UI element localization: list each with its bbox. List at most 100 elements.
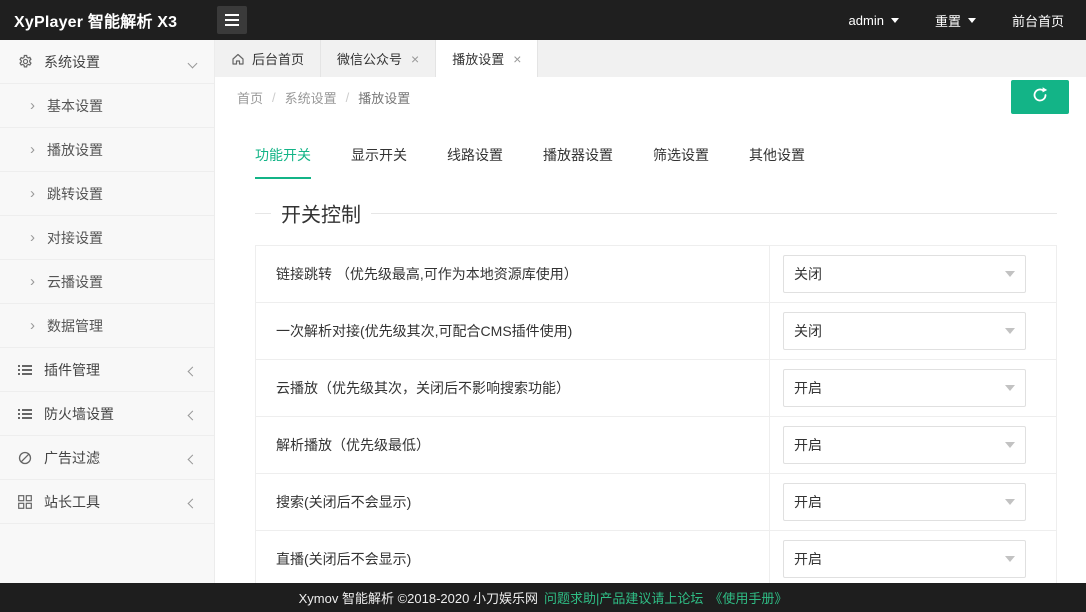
tab-other-settings[interactable]: 其他设置	[749, 145, 805, 179]
sidebar-item-redirect-settings[interactable]: › 跳转设置	[0, 172, 214, 216]
page-tabstrip: 后台首页 微信公众号 × 播放设置 ×	[215, 40, 1086, 77]
user-menu-label: admin	[849, 13, 884, 28]
footer-copyright: Xymov 智能解析 ©2018-2020 小刀娱乐网	[299, 588, 538, 607]
chevron-left-icon	[189, 406, 196, 422]
setting-label: 一次解析对接(优先级其次,可配合CMS插件使用)	[256, 321, 769, 341]
sidebar-item-label: 基本设置	[47, 96, 103, 116]
topbar-right: admin 重置 前台首页	[849, 11, 1086, 30]
close-icon[interactable]: ×	[513, 52, 521, 66]
sidebar-item-label: 数据管理	[47, 316, 103, 336]
close-icon[interactable]: ×	[411, 52, 419, 66]
user-menu[interactable]: admin	[849, 13, 899, 28]
sidebar-item-label: 站长工具	[44, 492, 100, 512]
setting-label: 云播放（优先级其次，关闭后不影响搜索功能）	[256, 378, 769, 398]
gear-icon	[18, 54, 44, 69]
tab-label: 后台首页	[252, 49, 304, 68]
table-row: 链接跳转 （优先级最高,可作为本地资源库使用） 关闭	[256, 246, 1056, 303]
main-panel: 后台首页 微信公众号 × 播放设置 × 首页 / 系统设置 / 播放设置	[215, 40, 1086, 583]
sidebar-item-label: 广告过滤	[44, 448, 100, 468]
cms-docking-select[interactable]: 关闭	[783, 312, 1026, 350]
chevron-left-icon	[189, 362, 196, 378]
sidebar-item-cloudplay-settings[interactable]: › 云播设置	[0, 260, 214, 304]
chevron-down-icon	[189, 54, 196, 70]
chevron-down-icon	[1005, 556, 1015, 562]
tab-filter-settings[interactable]: 筛选设置	[653, 145, 709, 179]
chevron-right-icon: ›	[30, 274, 35, 289]
table-row: 云播放（优先级其次，关闭后不影响搜索功能） 开启	[256, 360, 1056, 417]
breadcrumb-home[interactable]: 首页	[237, 88, 263, 107]
caret-down-icon	[891, 18, 899, 23]
footer-help-link[interactable]: 问题求助|产品建议请上论坛	[544, 588, 703, 607]
settings-tabs: 功能开关 显示开关 线路设置 播放器设置 筛选设置 其他设置	[255, 145, 1057, 179]
setting-label: 解析播放（优先级最低）	[256, 435, 769, 455]
sidebar-item-label: 防火墙设置	[44, 404, 114, 424]
chevron-right-icon: ›	[30, 142, 35, 157]
link-redirect-select[interactable]: 关闭	[783, 255, 1026, 293]
home-icon	[231, 52, 245, 66]
tab-display-switch[interactable]: 显示开关	[351, 145, 407, 179]
divider-line	[255, 213, 1057, 214]
parse-play-select[interactable]: 开启	[783, 426, 1026, 464]
reset-menu[interactable]: 重置	[935, 11, 976, 30]
hamburger-menu-icon[interactable]	[217, 6, 247, 34]
select-value: 开启	[794, 378, 822, 398]
setting-control-cell: 关闭	[769, 303, 1056, 359]
tab-play-settings[interactable]: 播放设置 ×	[436, 40, 538, 77]
sidebar-item-docking-settings[interactable]: › 对接设置	[0, 216, 214, 260]
reset-menu-label: 重置	[935, 11, 961, 30]
app-window: XyPlayer 智能解析 X3 admin 重置 前台首页 系统设置	[0, 0, 1086, 612]
sidebar-item-data-management[interactable]: › 数据管理	[0, 304, 214, 348]
section-divider: 开关控制	[255, 201, 1057, 225]
sidebar-item-webmaster-tools[interactable]: 站长工具	[0, 480, 214, 524]
table-row: 解析播放（优先级最低） 开启	[256, 417, 1056, 474]
sidebar-item-label: 对接设置	[47, 228, 103, 248]
footer-manual-link[interactable]: 《使用手册》	[709, 588, 787, 607]
footer: Xymov 智能解析 ©2018-2020 小刀娱乐网 问题求助|产品建议请上论…	[0, 583, 1086, 612]
list-icon	[18, 407, 44, 421]
setting-control-cell: 开启	[769, 360, 1056, 416]
sidebar-item-label: 云播设置	[47, 272, 103, 292]
sidebar-item-label: 跳转设置	[47, 184, 103, 204]
breadcrumb-separator: /	[272, 90, 276, 105]
sidebar-item-label: 系统设置	[44, 52, 100, 72]
setting-control-cell: 开启	[769, 417, 1056, 473]
grid-icon	[18, 495, 44, 509]
section-title: 开关控制	[271, 199, 371, 228]
tab-label: 播放设置	[452, 49, 504, 68]
select-value: 开启	[794, 435, 822, 455]
sidebar-item-basic-settings[interactable]: › 基本设置	[0, 84, 214, 128]
select-value: 开启	[794, 492, 822, 512]
sidebar-item-play-settings[interactable]: › 播放设置	[0, 128, 214, 172]
sidebar-item-firewall-settings[interactable]: 防火墙设置	[0, 392, 214, 436]
refresh-button[interactable]	[1011, 80, 1069, 114]
search-select[interactable]: 开启	[783, 483, 1026, 521]
tab-function-switch[interactable]: 功能开关	[255, 145, 311, 179]
chevron-down-icon	[1005, 385, 1015, 391]
select-value: 开启	[794, 549, 822, 569]
tab-player-settings[interactable]: 播放器设置	[543, 145, 613, 179]
tab-line-settings[interactable]: 线路设置	[447, 145, 503, 179]
breadcrumb-system-settings[interactable]: 系统设置	[285, 88, 337, 107]
breadcrumb-separator: /	[346, 90, 350, 105]
table-row: 一次解析对接(优先级其次,可配合CMS插件使用) 关闭	[256, 303, 1056, 360]
sidebar-item-plugin-management[interactable]: 插件管理	[0, 348, 214, 392]
live-select[interactable]: 开启	[783, 540, 1026, 578]
cloud-play-select[interactable]: 开启	[783, 369, 1026, 407]
breadcrumb: 首页 / 系统设置 / 播放设置	[237, 88, 410, 107]
chevron-left-icon	[189, 450, 196, 466]
sidebar-item-label: 插件管理	[44, 360, 100, 380]
select-value: 关闭	[794, 264, 822, 284]
sidebar-item-ad-filter[interactable]: 广告过滤	[0, 436, 214, 480]
chevron-right-icon: ›	[30, 230, 35, 245]
settings-table: 链接跳转 （优先级最高,可作为本地资源库使用） 关闭 一次解析对接(优先级其次,…	[255, 245, 1057, 583]
sidebar-item-system-settings[interactable]: 系统设置	[0, 40, 214, 84]
frontend-home-label: 前台首页	[1012, 11, 1064, 30]
setting-label: 直播(关闭后不会显示)	[256, 549, 769, 569]
chevron-right-icon: ›	[30, 98, 35, 113]
frontend-home-link[interactable]: 前台首页	[1012, 11, 1064, 30]
setting-label: 搜索(关闭后不会显示)	[256, 492, 769, 512]
tab-dashboard[interactable]: 后台首页	[215, 40, 321, 77]
sidebar: 系统设置 › 基本设置 › 播放设置 › 跳转设置 › 对接设置 › 云播设置 …	[0, 40, 215, 583]
caret-down-icon	[968, 18, 976, 23]
tab-wechat[interactable]: 微信公众号 ×	[321, 40, 436, 77]
